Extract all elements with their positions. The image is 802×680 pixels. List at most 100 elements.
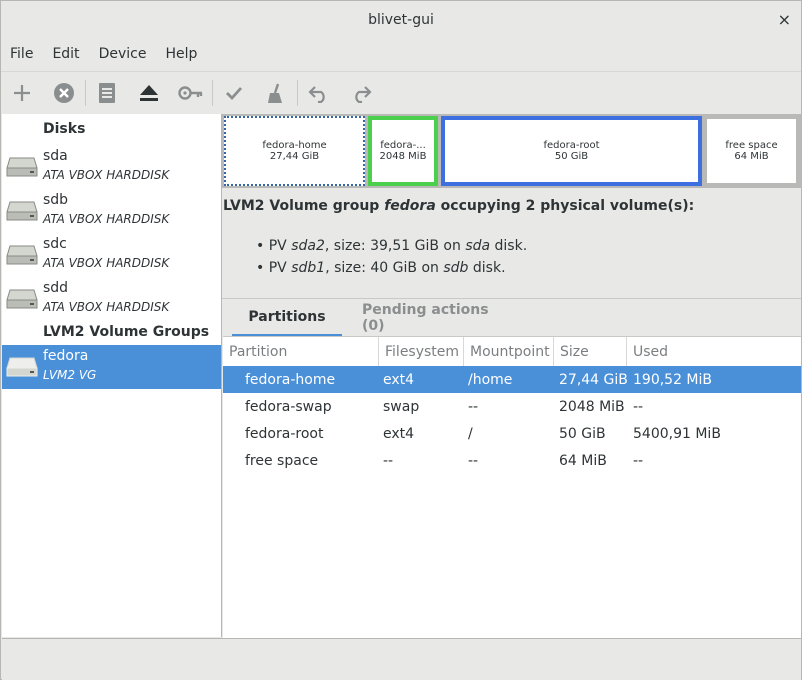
delete-button[interactable] <box>43 72 85 114</box>
cell-size: 2048 MiB <box>559 398 625 415</box>
menu-file[interactable]: File <box>1 46 43 62</box>
add-icon <box>14 85 30 101</box>
disk-name: sdb <box>43 192 69 208</box>
harddisk-icon <box>6 245 38 265</box>
column-header-mountpoint[interactable]: Mountpoint <box>464 337 554 366</box>
key-icon <box>178 86 203 100</box>
vg-info-title: LVM2 Volume group fedora occupying 2 phy… <box>223 198 695 214</box>
harddisk-icon <box>6 201 38 221</box>
menu-bar: File Edit Device Help <box>1 39 801 69</box>
harddisk-icon <box>6 357 38 377</box>
harddisk-icon <box>6 157 38 177</box>
block-size: 50 GiB <box>554 151 589 162</box>
menu-device[interactable]: Device <box>90 46 157 62</box>
disks-header: Disks <box>43 121 86 137</box>
block-size: 27,44 GiB <box>269 151 320 162</box>
pv-line: • PV sdb1, size: 40 GiB on sdb disk. <box>256 260 506 276</box>
column-header-size[interactable]: Size <box>554 337 627 366</box>
cell-size: 50 GiB <box>559 425 606 442</box>
block-fedora-root[interactable]: fedora-root 50 GiB <box>441 116 702 186</box>
cell-filesystem: ext4 <box>383 371 415 388</box>
cell-partition: free space <box>245 452 319 469</box>
cell-used: 5400,91 MiB <box>633 425 721 442</box>
add-button[interactable] <box>1 72 43 114</box>
cell-filesystem: -- <box>383 452 394 469</box>
table-row[interactable]: free space -- -- 64 MiB -- <box>223 447 801 474</box>
eject-button[interactable] <box>128 72 170 114</box>
app-window: blivet-gui × File Edit Device Help Disks… <box>0 0 802 680</box>
cell-filesystem: swap <box>383 398 420 415</box>
disk-model: ATA VBOX HARDDISK <box>43 256 170 270</box>
disk-name: sda <box>43 148 68 164</box>
block-fedora-home[interactable]: fedora-home 27,44 GiB <box>224 116 365 186</box>
cell-mountpoint: / <box>468 425 473 442</box>
table-row[interactable]: fedora-root ext4 / 50 GiB 5400,91 MiB <box>223 420 801 447</box>
properties-button[interactable] <box>86 72 128 114</box>
pv-line: • PV sda2, size: 39,51 GiB on sda disk. <box>256 238 528 254</box>
status-bar <box>2 638 801 680</box>
harddisk-icon <box>6 289 38 309</box>
sidebar-item-sdd[interactable]: sdd ATA VBOX HARDDISK <box>2 277 221 321</box>
properties-icon <box>99 83 115 103</box>
undo-icon <box>308 86 325 103</box>
sidebar-item-sdb[interactable]: sdb ATA VBOX HARDDISK <box>2 189 221 233</box>
undo-button[interactable] <box>298 72 340 114</box>
vg-name: fedora <box>43 348 89 364</box>
cell-used: -- <box>633 452 644 469</box>
decrypt-button[interactable] <box>170 72 212 114</box>
apply-icon <box>226 87 243 101</box>
block-name: free space <box>725 140 778 151</box>
block-name: fedora-root <box>543 140 600 151</box>
menu-edit[interactable]: Edit <box>43 46 89 62</box>
apply-button[interactable] <box>213 72 255 114</box>
sidebar-item-sdc[interactable]: sdc ATA VBOX HARDDISK <box>2 233 221 277</box>
sidebar-item-sda[interactable]: sda ATA VBOX HARDDISK <box>2 145 221 189</box>
table-header: Partition Filesystem Mountpoint Size Use… <box>223 337 801 367</box>
eject-icon <box>140 85 158 101</box>
disk-name: sdd <box>43 280 69 296</box>
column-header-used[interactable]: Used <box>627 337 801 366</box>
redo-button[interactable] <box>340 72 382 114</box>
column-header-partition[interactable]: Partition <box>223 337 379 366</box>
block-size: 64 MiB <box>734 151 769 162</box>
disk-name: sdc <box>43 236 67 252</box>
title-bar: blivet-gui × <box>1 1 801 39</box>
cell-filesystem: ext4 <box>383 425 415 442</box>
cell-mountpoint: -- <box>468 452 479 469</box>
cell-used: -- <box>633 398 644 415</box>
toolbar <box>1 71 801 114</box>
cell-mountpoint: /home <box>468 371 513 388</box>
device-sidebar: Disks sda ATA VBOX HARDDISK sdb ATA VBOX… <box>2 114 222 637</box>
disk-model: ATA VBOX HARDDISK <box>43 212 170 226</box>
cell-size: 64 MiB <box>559 452 607 469</box>
block-size: 2048 MiB <box>379 151 427 162</box>
menu-help[interactable]: Help <box>156 46 207 62</box>
delete-icon <box>54 83 74 103</box>
sidebar-item-fedora[interactable]: fedora LVM2 VG <box>2 345 221 389</box>
cell-partition: fedora-root <box>245 425 324 442</box>
clear-icon <box>268 83 282 103</box>
partitions-table: Partition Filesystem Mountpoint Size Use… <box>223 336 801 638</box>
disk-model: ATA VBOX HARDDISK <box>43 168 170 182</box>
block-fedora-swap[interactable]: fedora-... 2048 MiB <box>368 116 438 186</box>
vg-type: LVM2 VG <box>43 368 97 382</box>
tab-pending-actions[interactable]: Pending actions (0) <box>362 299 508 337</box>
block-free-space[interactable]: free space 64 MiB <box>704 116 799 186</box>
disk-model: ATA VBOX HARDDISK <box>43 300 170 314</box>
tab-partitions[interactable]: Partitions <box>232 299 342 337</box>
device-visualization: fedora-home 27,44 GiB fedora-... 2048 Mi… <box>222 114 801 188</box>
cell-partition: fedora-home <box>245 371 336 388</box>
volume-groups-header: LVM2 Volume Groups <box>43 324 210 340</box>
cell-used: 190,52 MiB <box>633 371 713 388</box>
cell-partition: fedora-swap <box>245 398 332 415</box>
window-title: blivet-gui <box>368 12 434 28</box>
main-panel: fedora-home 27,44 GiB fedora-... 2048 Mi… <box>222 114 801 638</box>
close-icon[interactable]: × <box>778 10 791 29</box>
block-name: fedora-... <box>380 140 426 151</box>
clear-button[interactable] <box>255 72 297 114</box>
redo-icon <box>355 86 372 103</box>
cell-mountpoint: -- <box>468 398 479 415</box>
table-row[interactable]: fedora-home ext4 /home 27,44 GiB 190,52 … <box>223 366 801 393</box>
column-header-filesystem[interactable]: Filesystem <box>379 337 464 366</box>
table-row[interactable]: fedora-swap swap -- 2048 MiB -- <box>223 393 801 420</box>
